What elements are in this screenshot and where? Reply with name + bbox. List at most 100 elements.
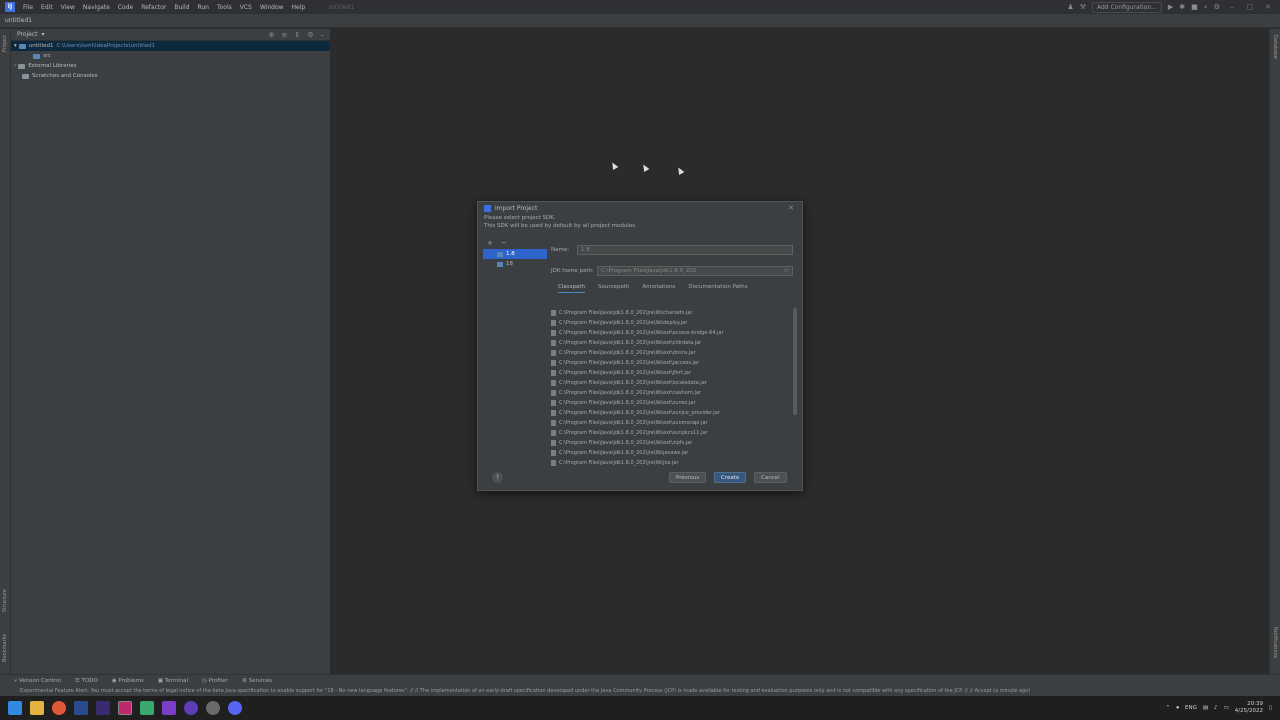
battery-icon[interactable]: ▭	[1224, 705, 1229, 711]
breadcrumb[interactable]: untitled1	[5, 17, 32, 24]
dialog-title-bar[interactable]: Import Project	[478, 202, 802, 214]
stripe-structure[interactable]: Structure	[2, 589, 8, 612]
list-item[interactable]: C:\Program Files\Java\jdk1.8.0_202\jre\l…	[551, 338, 787, 348]
visual-studio-icon[interactable]	[162, 701, 176, 715]
settings-icon[interactable]: ⚙	[1214, 3, 1220, 11]
stripe-bookmarks[interactable]: Bookmarks	[2, 634, 8, 662]
menu-refactor[interactable]: Refactor	[137, 4, 170, 11]
list-item[interactable]: C:\Program Files\Java\jdk1.8.0_202\jre\l…	[551, 428, 787, 438]
list-item[interactable]: C:\Program Files\Java\jdk1.8.0_202\jre\l…	[551, 438, 787, 448]
tool-version-control[interactable]: ⑂ Version Control	[14, 678, 61, 684]
browse-folder-icon[interactable]: ▭	[784, 268, 789, 274]
stripe-project[interactable]: Project	[2, 35, 8, 52]
github-icon[interactable]	[206, 701, 220, 715]
obs-icon[interactable]	[184, 701, 198, 715]
tool-problems[interactable]: ◉ Problems	[112, 678, 144, 684]
menu-edit[interactable]: Edit	[37, 4, 57, 11]
menu-code[interactable]: Code	[114, 4, 137, 11]
name-field[interactable]: 1.8	[577, 245, 793, 255]
tab-classpath[interactable]: Classpath	[558, 284, 585, 293]
tree-item-external-libraries[interactable]: › External Libraries	[11, 61, 330, 71]
menu-vcs[interactable]: VCS	[236, 4, 256, 11]
tree-item-src[interactable]: src	[11, 51, 330, 61]
run-icon[interactable]: ▶	[1168, 3, 1173, 11]
menu-build[interactable]: Build	[170, 4, 193, 11]
chevron-down-icon[interactable]: ▾	[42, 31, 45, 38]
menu-run[interactable]: Run	[193, 4, 213, 11]
close-icon[interactable]: ✕	[788, 204, 794, 212]
chevron-down-icon[interactable]: ▾	[14, 43, 17, 49]
microphone-icon[interactable]: ⏺	[1176, 705, 1179, 712]
locate-icon[interactable]: ⊕	[269, 31, 275, 39]
volume-icon[interactable]: ♪	[1214, 705, 1218, 711]
menu-navigate[interactable]: Navigate	[79, 4, 114, 11]
tool-todo[interactable]: ☰ TODO	[75, 678, 98, 684]
list-item[interactable]: C:\Program Files\Java\jdk1.8.0_202\jre\l…	[551, 458, 787, 468]
home-path-field[interactable]: C:\Program Files\Java\jdk1.8.0_202 ▭	[597, 266, 793, 276]
collapse-all-icon[interactable]: ≡	[281, 31, 287, 39]
gear-icon[interactable]: ⚙	[307, 31, 313, 39]
menu-tools[interactable]: Tools	[213, 4, 236, 11]
intellij-taskbar-icon[interactable]	[118, 701, 132, 715]
tool-services[interactable]: ⚙ Services	[242, 678, 272, 684]
list-item[interactable]: C:\Program Files\Java\jdk1.8.0_202\jre\l…	[551, 328, 787, 338]
network-icon[interactable]: ▤	[1203, 705, 1208, 711]
project-view-selector[interactable]: Project	[17, 31, 38, 38]
list-item[interactable]: C:\Program Files\Java\jdk1.8.0_202\jre\l…	[551, 378, 787, 388]
menu-window[interactable]: Window	[256, 4, 288, 11]
list-item[interactable]: C:\Program Files\Java\jdk1.8.0_202\jre\l…	[551, 418, 787, 428]
list-item[interactable]: C:\Program Files\Java\jdk1.8.0_202\jre\l…	[551, 398, 787, 408]
cancel-button[interactable]: Cancel	[754, 472, 787, 483]
language-indicator[interactable]: ENG	[1185, 705, 1197, 711]
debug-icon[interactable]: ✱	[1179, 3, 1185, 11]
list-item[interactable]: C:\Program Files\Java\jdk1.8.0_202\jre\l…	[551, 368, 787, 378]
tree-item-scratches[interactable]: Scratches and Consoles	[11, 71, 330, 81]
minimize-icon[interactable]: –	[1226, 3, 1238, 11]
tab-annotations[interactable]: Annotations	[642, 284, 675, 293]
help-button[interactable]: ?	[492, 472, 503, 483]
tab-sourcepath[interactable]: Sourcepath	[598, 284, 629, 293]
tool-terminal[interactable]: ▣ Terminal	[158, 678, 188, 684]
tree-item-project-root[interactable]: ▾ untitled1 C:\Users\lumi\IdeaProjects\u…	[11, 41, 330, 51]
menu-file[interactable]: File	[19, 4, 37, 11]
notification-icon[interactable]: ▯	[1269, 705, 1272, 711]
tab-documentation-paths[interactable]: Documentation Paths	[688, 284, 747, 293]
pycharm-icon[interactable]	[140, 701, 154, 715]
list-item[interactable]: C:\Program Files\Java\jdk1.8.0_202\jre\l…	[551, 318, 787, 328]
chevron-right-icon[interactable]: ›	[14, 63, 16, 69]
stripe-notifications[interactable]: Notifications	[1272, 627, 1278, 658]
close-icon[interactable]: ✕	[1262, 3, 1274, 11]
status-message[interactable]: Experimental Feature Alert: You must acc…	[20, 688, 1030, 694]
list-item[interactable]: C:\Program Files\Java\jdk1.8.0_202\jre\l…	[551, 448, 787, 458]
photoshop-icon[interactable]	[74, 701, 88, 715]
maximize-icon[interactable]: ▢	[1244, 3, 1256, 11]
add-icon[interactable]: +	[487, 239, 493, 247]
sdk-item-1-8[interactable]: 1.8	[483, 249, 547, 259]
list-item[interactable]: C:\Program Files\Java\jdk1.8.0_202\jre\l…	[551, 388, 787, 398]
previous-button[interactable]: Previous	[669, 472, 707, 483]
classpath-scrollbar[interactable]	[793, 308, 797, 415]
discord-icon[interactable]	[228, 701, 242, 715]
search-icon[interactable]: ⌕	[1204, 3, 1208, 12]
list-item[interactable]: C:\Program Files\Java\jdk1.8.0_202\jre\l…	[551, 408, 787, 418]
list-item[interactable]: C:\Program Files\Java\jdk1.8.0_202\jre\l…	[551, 348, 787, 358]
browser-icon[interactable]	[52, 701, 66, 715]
sdk-item-18[interactable]: 18	[483, 259, 547, 269]
remove-icon[interactable]: −	[501, 239, 507, 247]
clock[interactable]: 20:39 4/25/2022	[1235, 701, 1263, 715]
expand-all-icon[interactable]: ⇕	[294, 31, 300, 39]
menu-help[interactable]: Help	[288, 4, 310, 11]
list-item[interactable]: C:\Program Files\Java\jdk1.8.0_202\jre\l…	[551, 308, 787, 318]
premiere-icon[interactable]	[96, 701, 110, 715]
tool-profiler[interactable]: ◷ Profiler	[202, 678, 228, 684]
stop-icon[interactable]: ■	[1191, 3, 1198, 11]
hide-icon[interactable]: –	[321, 31, 325, 39]
file-explorer-icon[interactable]	[30, 701, 44, 715]
menu-view[interactable]: View	[57, 4, 79, 11]
user-icon[interactable]: ♟	[1067, 3, 1073, 11]
stripe-database[interactable]: Database	[1272, 35, 1278, 59]
add-configuration-button[interactable]: Add Configuration...	[1091, 1, 1162, 13]
create-button[interactable]: Create	[714, 472, 747, 483]
hammer-icon[interactable]: ⚒	[1080, 3, 1086, 11]
windows-start-icon[interactable]	[8, 701, 22, 715]
